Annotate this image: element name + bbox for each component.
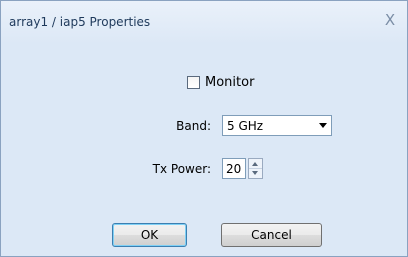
monitor-checkbox[interactable] (187, 76, 200, 89)
ok-button[interactable]: OK (112, 223, 187, 247)
title-bar[interactable]: array1 / iap5 Properties X (1, 1, 407, 44)
cancel-button[interactable]: Cancel (221, 223, 322, 247)
band-select[interactable]: 5 GHz (222, 115, 332, 136)
tx-power-input[interactable]: 20 (222, 158, 246, 179)
spin-up-icon[interactable] (249, 159, 262, 169)
spin-down-icon[interactable] (249, 169, 262, 178)
band-selected-value: 5 GHz (227, 119, 264, 133)
dialog-title: array1 / iap5 Properties (9, 15, 151, 29)
tx-power-spinner (248, 158, 263, 179)
properties-dialog: array1 / iap5 Properties X Monitor Band:… (0, 0, 408, 257)
close-icon[interactable]: X (379, 9, 401, 31)
band-label: Band: (176, 119, 211, 133)
dialog-body: Monitor Band: 5 GHz Tx Power: 20 OK Canc… (8, 44, 400, 250)
monitor-label[interactable]: Monitor (205, 75, 254, 90)
tx-power-label: Tx Power: (152, 162, 211, 176)
chevron-down-icon (319, 123, 327, 128)
